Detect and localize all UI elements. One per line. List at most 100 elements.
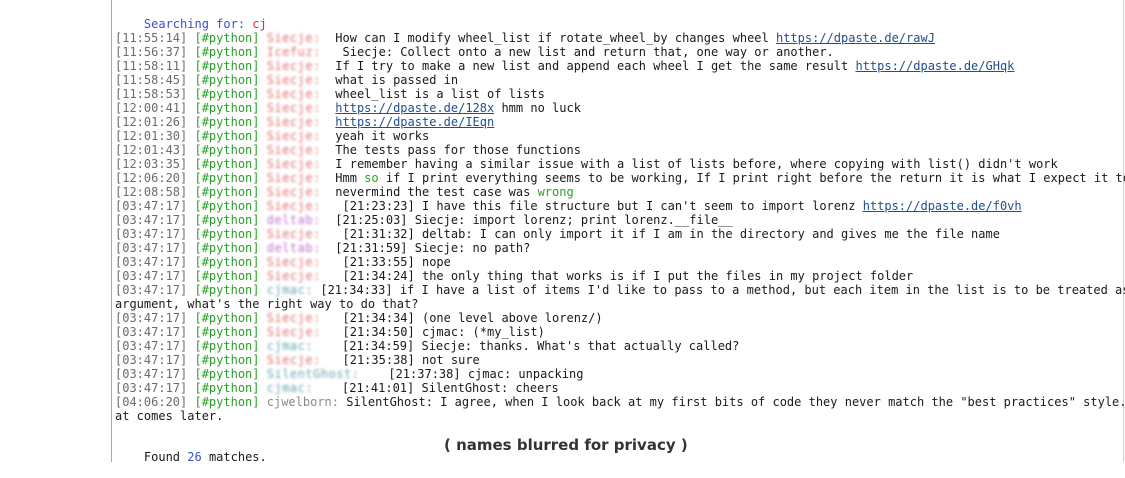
log-channel: [#python] (194, 87, 260, 101)
log-nick: cjmac: (266, 381, 314, 395)
log-line: [12:03:35] [#python] Siecje: I remember … (115, 157, 1125, 171)
log-nick: Siecje: (266, 255, 321, 269)
log-timestamp: [03:47:17] (115, 325, 188, 339)
log-line: [03:47:17] [#python] Siecje: [21:35:38] … (115, 353, 1125, 367)
log-timestamp: [03:47:17] (115, 241, 188, 255)
log-message: [21:31:59] Siecje: no path? (335, 241, 531, 255)
log-channel: [#python] (194, 367, 260, 381)
log-line: [11:58:45] [#python] Siecje: what is pas… (115, 73, 1125, 87)
log-timestamp: [03:47:17] (115, 311, 188, 325)
log-timestamp: [03:47:17] (115, 227, 188, 241)
log-timestamp: [03:47:17] (115, 353, 188, 367)
log-link[interactable]: https://dpaste.de/rawJ (776, 31, 935, 45)
log-channel: [#python] (194, 241, 260, 255)
log-message: If I try to make a new list and append e… (335, 59, 856, 73)
log-line: [12:01:43] [#python] Siecje: The tests p… (115, 143, 1125, 157)
log-line: [03:47:17] [#python] SilentGhost: [21:37… (115, 367, 1125, 381)
log-timestamp: [12:01:26] (115, 115, 188, 129)
log-timestamp: [12:06:20] (115, 171, 188, 185)
log-nick: cjmac: (266, 283, 314, 297)
log-message: [21:31:32] deltab: I can only import it … (335, 227, 1000, 241)
log-line: [03:47:17] [#python] Siecje: [21:34:50] … (115, 325, 1125, 339)
log-nick: Siecje: (266, 143, 321, 157)
log-timestamp: [12:01:30] (115, 129, 188, 143)
log-message: I remember having a similar issue with a… (335, 157, 1058, 171)
log-line: [12:01:30] [#python] Siecje: yeah it wor… (115, 129, 1125, 143)
log-line: [03:47:17] [#python] deltab: [21:25:03] … (115, 213, 1125, 227)
log-timestamp: [03:47:17] (115, 255, 188, 269)
log-channel: [#python] (194, 269, 260, 283)
log-channel: [#python] (194, 157, 260, 171)
log-timestamp: [11:58:11] (115, 59, 188, 73)
log-message: hmm no luck (494, 101, 581, 115)
log-timestamp: [03:47:17] (115, 269, 188, 283)
log-nick: Siecje: (266, 199, 321, 213)
log-nick: Siecje: (266, 101, 321, 115)
log-timestamp: [03:47:17] (115, 199, 188, 213)
log-timestamp: [12:08:58] (115, 185, 188, 199)
log-channel: [#python] (194, 129, 260, 143)
log-channel: [#python] (194, 311, 260, 325)
log-link[interactable]: https://dpaste.de/GHqk (855, 59, 1014, 73)
search-label: Searching for: (143, 17, 246, 31)
log-nick: Siecje: (266, 311, 321, 325)
log-line: [03:47:17] [#python] Siecje: [21:23:23] … (115, 199, 1125, 213)
log-line: [03:47:17] [#python] deltab: [21:31:59] … (115, 241, 1125, 255)
log-nick: Siecje: (266, 185, 321, 199)
log-message: How can I modify wheel_list if rotate_wh… (335, 31, 776, 45)
log-nick: cjwelborn: (266, 395, 339, 409)
log-channel: [#python] (194, 171, 260, 185)
log-message: The tests pass for those functions (335, 143, 581, 157)
log-timestamp: [12:03:35] (115, 157, 188, 171)
log-line: [03:47:17] [#python] Siecje: [21:31:32] … (115, 227, 1125, 241)
log-line: [12:06:20] [#python] Siecje: Hmm so if I… (115, 171, 1125, 185)
log-line: [11:58:11] [#python] Siecje: If I try to… (115, 59, 1125, 73)
log-link[interactable]: https://dpaste.de/IEqn (335, 115, 494, 129)
log-channel: [#python] (194, 227, 260, 241)
log-message: [21:33:55] nope (335, 255, 451, 269)
log-line: [03:47:17] [#python] cjmac: [21:41:01] S… (115, 381, 1125, 395)
log-message: wrong (537, 185, 574, 199)
log-line: [12:00:41] [#python] Siecje: https://dpa… (115, 101, 1125, 115)
log-nick: deltab: (266, 213, 321, 227)
log-timestamp: [04:06:20] (115, 395, 188, 409)
log-channel: [#python] (194, 213, 260, 227)
log-link[interactable]: https://dpaste.de/f0vh (863, 199, 1022, 213)
log-message: [21:37:38] cjmac: unpacking (373, 367, 584, 381)
log-line: [11:58:53] [#python] Siecje: wheel_list … (115, 87, 1125, 101)
log-nick: Siecje: (266, 227, 321, 241)
search-query: cj (252, 17, 267, 31)
log-channel: [#python] (194, 381, 260, 395)
log-message: Siecje: Collect onto a new list and retu… (335, 45, 834, 59)
log-nick: cjmac: (266, 339, 314, 353)
log-channel: [#python] (194, 199, 260, 213)
log-message: [21:34:34] (one level above lorenz/) (335, 311, 603, 325)
log-channel: [#python] (194, 101, 260, 115)
log-message: Hmm (335, 171, 365, 185)
log-channel: [#python] (194, 143, 260, 157)
log-nick: Siecje: (266, 73, 321, 87)
search-header: Searching for: cj (115, 3, 267, 31)
log-timestamp: [11:58:53] (115, 87, 188, 101)
log-message: [21:34:59] Siecje: thanks. What's that a… (327, 339, 740, 353)
left-panel-border (111, 0, 112, 462)
log-nick: SilentGhost: (266, 367, 360, 381)
log-nick: Siecje: (266, 87, 321, 101)
log-channel: [#python] (194, 339, 260, 353)
log-nick: Siecje: (266, 171, 321, 185)
log-message: nevermind the test case was (335, 185, 538, 199)
log-timestamp: [11:55:14] (115, 31, 188, 45)
log-nick: Siecje: (266, 59, 321, 73)
log-message: [21:34:50] cjmac: (*my_list) (335, 325, 545, 339)
log-timestamp: [03:47:17] (115, 381, 188, 395)
log-link[interactable]: https://dpaste.de/128x (335, 101, 494, 115)
log-message: what is passed in (335, 73, 459, 87)
log-nick: Siecje: (266, 129, 321, 143)
log-channel: [#python] (194, 31, 260, 45)
log-line: [03:47:17] [#python] Siecje: [21:34:34] … (115, 311, 1125, 325)
log-channel: [#python] (194, 325, 260, 339)
log-message: yeah it works (335, 129, 430, 143)
log-message: if I print everything seems to be workin… (378, 171, 1125, 185)
log-line: [04:06:20] [#python] cjwelborn: SilentGh… (115, 395, 1125, 423)
log-channel: [#python] (194, 255, 260, 269)
